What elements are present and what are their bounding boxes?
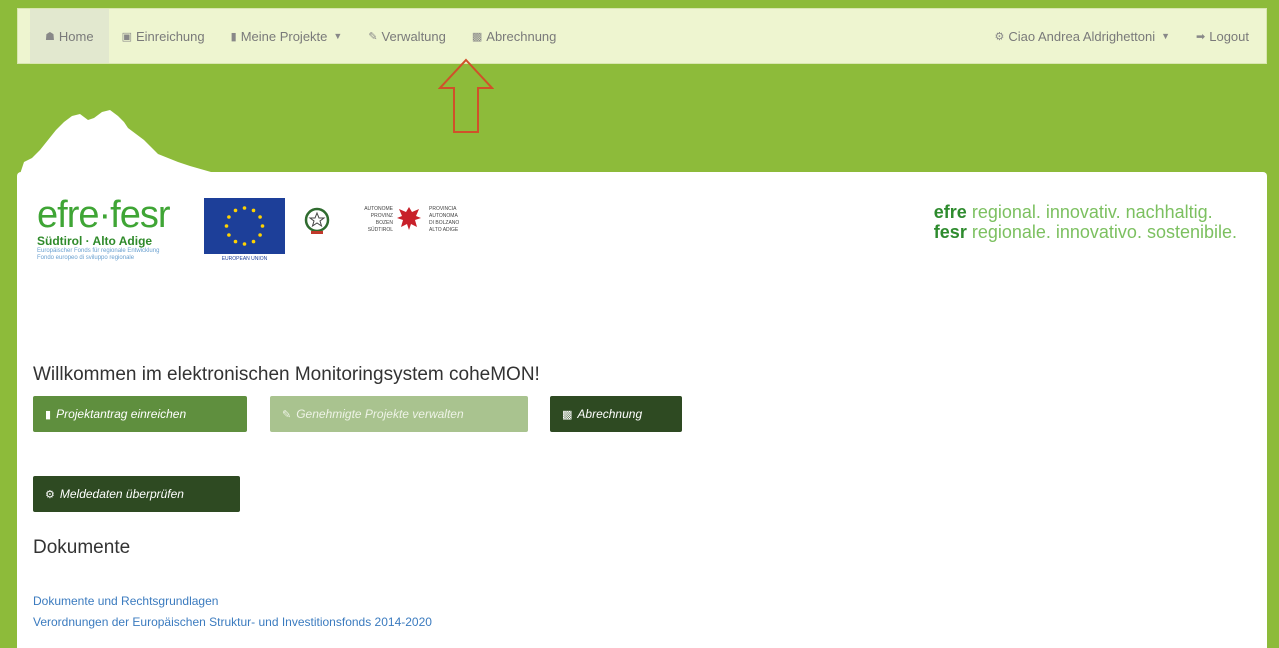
welcome-heading: Willkommen im elektronischen Monitorings…: [33, 364, 540, 385]
prov-it-line-2: AUTONOMA: [429, 213, 458, 219]
eu-star: [233, 239, 238, 244]
slogan-text-it: regionale. innovativo. sostenibile.: [966, 222, 1237, 242]
money-icon: ▩: [471, 30, 483, 43]
slogan-line-de: efre regional. innovativ. nachhaltig.: [934, 202, 1237, 222]
book-icon: ▮: [230, 30, 237, 43]
nav-einreichung[interactable]: ▣ Einreichung: [109, 9, 218, 63]
slogan-text-de: regional. innovativ. nachhaltig.: [966, 202, 1213, 222]
projektantrag-einreichen-button[interactable]: ▮ Projektantrag einreichen: [33, 396, 247, 432]
prov-de-line-4: SÜDTIROL: [367, 227, 393, 233]
book-icon: ▮: [45, 408, 52, 421]
chevron-down-icon: ▼: [333, 31, 343, 41]
doc-link-rechtsgrundlagen[interactable]: Dokumente und Rechtsgrundlagen: [33, 594, 218, 608]
nav-logout[interactable]: ➡ Logout: [1183, 9, 1262, 63]
prov-de-line-2: PROVINZ: [370, 213, 393, 219]
prov-it-line-1: PROVINCIA: [429, 206, 457, 212]
provincia-text-it: PROVINCIA AUTONOMA DI BOLZANO ALTO ADIGE: [429, 206, 479, 234]
nav-logout-label: Logout: [1209, 28, 1249, 44]
nav-user-label: Ciao Andrea Aldrighettoni: [1008, 28, 1156, 44]
eu-star: [258, 233, 262, 237]
prov-de-line-3: BOZEN: [375, 220, 393, 226]
doc-link-verordnungen[interactable]: Verordnungen der Europäischen Struktur- …: [33, 615, 432, 629]
tyrol-eagle-icon: [397, 207, 421, 230]
slogan-brand-fesr: fesr: [933, 222, 967, 242]
eu-star: [233, 208, 238, 213]
nav-user-menu[interactable]: ⚙ Ciao Andrea Aldrighettoni ▼: [982, 9, 1184, 63]
eu-star: [227, 233, 231, 237]
eu-flag-icon: [204, 198, 285, 254]
gear-icon: ⚙: [45, 488, 55, 501]
provinz-text-de: AUTONOME PROVINZ BOZEN SÜDTIROL: [343, 206, 393, 234]
meldedaten-ueberpruefen-button[interactable]: ⚙ Meldedaten überprüfen: [33, 476, 240, 512]
mountains-graphic: [18, 110, 228, 180]
eu-star: [227, 215, 231, 219]
eu-star: [251, 208, 256, 213]
top-navbar: ☗ Home ▣ Einreichung ▮ Meine Projekte ▼ …: [17, 8, 1267, 64]
nav-meine-projekte[interactable]: ▮ Meine Projekte ▼: [218, 9, 356, 63]
chevron-down-icon: ▼: [1161, 31, 1171, 41]
efre-logo-subtitle: Südtirol · Alto Adige: [37, 234, 153, 248]
prov-it-line-4: ALTO ADIGE: [429, 227, 459, 233]
nav-abrechnung[interactable]: ▩ Abrechnung: [459, 9, 570, 63]
main-panel: efre·fesr Südtirol · Alto Adige Europäis…: [17, 172, 1267, 648]
slogan: efre regional. innovativ. nachhaltig. fe…: [934, 202, 1237, 242]
eu-star: [258, 215, 262, 219]
slogan-brand-efre: efre: [933, 202, 967, 222]
abrechnung-label: Abrechnung: [577, 407, 643, 421]
gear-icon: ⚙: [994, 30, 1005, 43]
nav-einreichung-label: Einreichung: [135, 28, 205, 44]
camera-icon: ▣: [121, 30, 132, 43]
money-icon: ▩: [562, 408, 573, 421]
eu-star: [260, 224, 265, 228]
slogan-line-it: fesr regionale. innovativo. sostenibile.: [934, 222, 1237, 242]
nav-home-label: Home: [58, 28, 94, 44]
abrechnung-button[interactable]: ▩ Abrechnung: [550, 396, 682, 432]
nav-abrechnung-label: Abrechnung: [486, 28, 557, 44]
up-arrow-icon: [438, 58, 494, 133]
efre-logo-word: efre·fesr: [37, 194, 170, 236]
eu-star: [242, 206, 247, 210]
eu-caption: EUROPEAN UNION: [221, 256, 268, 262]
projektantrag-label: Projektantrag einreichen: [56, 407, 187, 421]
home-icon: ☗: [45, 30, 55, 43]
pencil-icon: ✎: [282, 408, 292, 421]
prov-de-line-1: AUTONOME: [364, 206, 393, 212]
nav-verwaltung[interactable]: ✎ Verwaltung: [355, 9, 459, 63]
italy-emblem-icon: [304, 207, 330, 234]
eu-star: [251, 239, 256, 244]
eu-star: [242, 242, 247, 246]
logout-icon: ➡: [1196, 30, 1206, 43]
nav-home[interactable]: ☗ Home: [30, 9, 109, 63]
pencil-icon: ✎: [368, 30, 378, 43]
nav-verwaltung-label: Verwaltung: [381, 28, 446, 44]
nav-meine-projekte-label: Meine Projekte: [240, 28, 328, 44]
genehmigte-projekte-button[interactable]: ✎ Genehmigte Projekte verwalten: [270, 396, 528, 432]
efre-logo-tiny-1: Europäischer Fonds für regionale Entwick…: [37, 248, 160, 254]
meldedaten-label: Meldedaten überprüfen: [59, 487, 184, 501]
prov-it-line-3: DI BOLZANO: [429, 220, 460, 226]
genehmigte-projekte-label: Genehmigte Projekte verwalten: [296, 407, 464, 421]
dokumente-heading: Dokumente: [33, 537, 131, 558]
eu-star: [224, 224, 229, 228]
efre-fesr-logo: efre·fesr Südtirol · Alto Adige Europäis…: [37, 194, 199, 261]
efre-logo-tiny-2: Fondo europeo di sviluppo regionale: [37, 255, 135, 261]
